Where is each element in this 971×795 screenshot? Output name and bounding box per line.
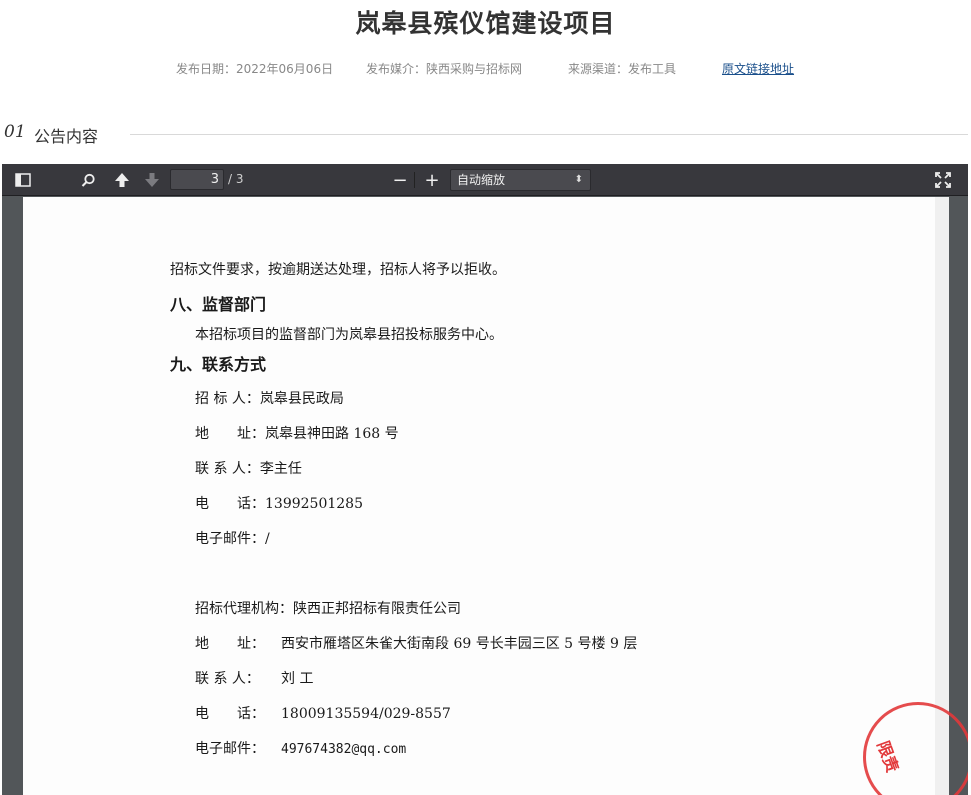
- row-value: 李主任: [259, 461, 302, 477]
- section-divider: [130, 134, 968, 135]
- row-value: 18009135594/029-8557: [281, 706, 451, 722]
- row-value: 陕西正邦招标有限责任公司: [293, 601, 461, 617]
- pdf-toolbar: 3 / 3 − + 自动缩放 ⬍: [2, 164, 968, 196]
- zoom-out-button[interactable]: −: [389, 169, 411, 191]
- arrow-down-icon[interactable]: [141, 169, 163, 191]
- tenderer-email-row: 电子邮件：/: [195, 528, 270, 548]
- publish-date: 发布日期：2022年06月06日: [176, 62, 334, 76]
- original-link[interactable]: 原文链接地址: [722, 60, 794, 77]
- section-header: 01 公告内容: [0, 120, 971, 148]
- search-icon[interactable]: [77, 169, 99, 191]
- page-total: / 3: [228, 172, 244, 186]
- fullscreen-icon[interactable]: [932, 169, 954, 191]
- doc-heading-supervision: 八、监督部门: [170, 295, 267, 314]
- row-value: 岚皋县民政局: [259, 391, 344, 407]
- agency-phone-row: 电 话： 18009135594/029-8557: [195, 703, 451, 723]
- toolbar-separator: [414, 172, 415, 188]
- page-number-input[interactable]: 3: [170, 169, 224, 190]
- agency-address-row: 地 址： 西安市雁塔区朱雀大街南段 69 号长丰园三区 5 号楼 9 层: [195, 633, 637, 653]
- row-key: 地 址：: [195, 636, 265, 652]
- row-value: 刘 工: [281, 671, 314, 687]
- document-content: 招标文件要求，按逾期送达处理，招标人将予以拒收。 八、监督部门 本招标项目的监督…: [23, 197, 968, 795]
- row-key: 地 址：: [195, 426, 265, 442]
- doc-line-supervision: 本招标项目的监督部门为岚皋县招投标服务中心。: [195, 327, 503, 343]
- row-key: 联 系 人：: [195, 461, 260, 477]
- agency-email-row: 电子邮件： 497674382@qq.com: [195, 738, 406, 758]
- row-value: 岚皋县神田路 168 号: [265, 426, 399, 442]
- updown-caret-icon: ⬍: [574, 174, 583, 185]
- page-title: 岚皋县殡仪馆建设项目: [355, 9, 616, 38]
- pdf-viewer: 3 / 3 − + 自动缩放 ⬍ 招标文件要求，按逾期送达处理，招标人将予以拒收…: [2, 164, 968, 795]
- row-key: 联 系 人：: [195, 671, 260, 687]
- pdf-page: 招标文件要求，按逾期送达处理，招标人将予以拒收。 八、监督部门 本招标项目的监督…: [23, 197, 968, 795]
- source-channel: 来源渠道：发布工具: [568, 62, 677, 76]
- tenderer-address-row: 地 址：岚皋县神田路 168 号: [195, 423, 399, 443]
- publish-media: 发布媒介：陕西采购与招标网: [366, 62, 523, 76]
- zoom-select-value: 自动缩放: [457, 173, 506, 187]
- section-label: 公告内容: [34, 127, 99, 146]
- arrow-up-icon[interactable]: [111, 169, 133, 191]
- row-value: 西安市雁塔区朱雀大街南段 69 号长丰园三区 5 号楼 9 层: [281, 636, 638, 652]
- row-key: 电子邮件：: [195, 531, 265, 547]
- row-value: 13992501285: [265, 496, 363, 512]
- doc-line-intro: 招标文件要求，按逾期送达处理，招标人将予以拒收。: [170, 262, 506, 278]
- row-key: 电子邮件：: [195, 741, 265, 757]
- row-key: 电 话：: [195, 706, 265, 722]
- doc-heading-contact: 九、联系方式: [170, 355, 267, 374]
- tenderer-phone-row: 电 话：13992501285: [195, 493, 363, 513]
- tenderer-name-row: 招 标 人：岚皋县民政局: [195, 388, 344, 408]
- tenderer-contact-row: 联 系 人：李主任: [195, 458, 302, 478]
- section-number: 01: [4, 122, 26, 142]
- sidebar-toggle-icon[interactable]: [12, 169, 34, 191]
- row-key: 电 话：: [195, 496, 265, 512]
- zoom-select[interactable]: 自动缩放 ⬍: [450, 169, 591, 191]
- row-value: 497674382@qq.com: [281, 742, 407, 757]
- agency-name-row: 招标代理机构：陕西正邦招标有限责任公司: [195, 598, 461, 618]
- row-key: 招标代理机构：: [195, 601, 293, 617]
- zoom-in-button[interactable]: +: [421, 169, 443, 191]
- agency-contact-row: 联 系 人： 刘 工: [195, 668, 313, 688]
- row-value: /: [265, 531, 270, 547]
- row-key: 招 标 人：: [195, 391, 260, 407]
